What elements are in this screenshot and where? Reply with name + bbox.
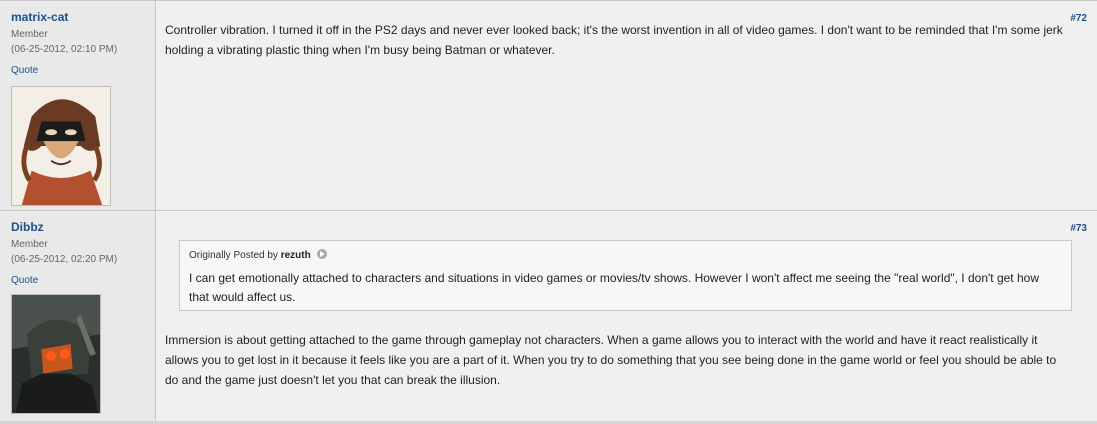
arrow-circle-icon[interactable]	[316, 249, 327, 259]
post-number-link[interactable]: #73	[1070, 223, 1087, 234]
quote-button[interactable]: Quote	[11, 65, 38, 76]
username-link[interactable]: matrix-cat	[11, 10, 68, 24]
post-content: #72 Controller vibration. I turned it of…	[156, 1, 1097, 210]
username-link[interactable]: Dibbz	[11, 220, 44, 234]
post-timestamp: (06-25-2012, 02:10 PM)	[11, 44, 118, 55]
thread: matrix-cat Member (06-25-2012, 02:10 PM)…	[0, 0, 1097, 424]
avatar[interactable]	[11, 86, 111, 206]
user-info-panel: Dibbz Member (06-25-2012, 02:20 PM) Quot…	[0, 211, 156, 422]
post-content: #73 Originally Posted by rezuth I can ge…	[156, 211, 1097, 422]
user-title: Member	[11, 29, 48, 40]
quote-prefix: Originally Posted by	[189, 250, 278, 261]
avatar[interactable]	[11, 294, 101, 414]
post-number-link[interactable]: #72	[1070, 13, 1087, 24]
quote-author: rezuth	[280, 250, 311, 261]
post-72: matrix-cat Member (06-25-2012, 02:10 PM)…	[0, 0, 1097, 210]
avatar-image	[12, 87, 110, 205]
user-info-panel: matrix-cat Member (06-25-2012, 02:10 PM)…	[0, 1, 156, 210]
quote-header: Originally Posted by rezuth	[189, 249, 327, 261]
quote-block: Originally Posted by rezuth I can get em…	[179, 240, 1072, 311]
avatar-image	[12, 295, 100, 413]
quote-text: I can get emotionally attached to charac…	[189, 271, 1039, 304]
post-message: Immersion is about getting attached to t…	[165, 333, 1057, 387]
post-73: Dibbz Member (06-25-2012, 02:20 PM) Quot…	[0, 210, 1097, 422]
post-message: Controller vibration. I turned it off in…	[165, 23, 1063, 57]
post-timestamp: (06-25-2012, 02:20 PM)	[11, 254, 118, 265]
user-title: Member	[11, 239, 48, 250]
quote-button[interactable]: Quote	[11, 275, 38, 286]
